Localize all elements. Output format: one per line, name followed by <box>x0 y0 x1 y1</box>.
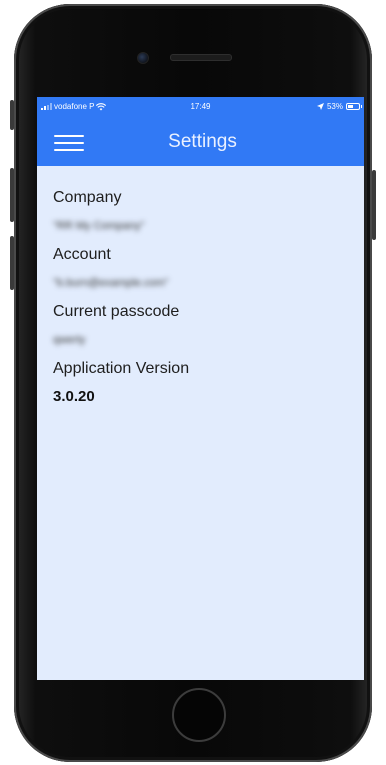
home-button[interactable] <box>172 688 226 742</box>
battery-level <box>348 105 353 108</box>
location-arrow-icon <box>316 103 324 110</box>
front-camera <box>137 52 149 64</box>
passcode-value: qwerty <box>53 334 86 346</box>
battery-percent: 53% <box>326 102 343 111</box>
mute-switch <box>10 100 14 130</box>
account-value: "b.burn@example.com" <box>53 277 169 289</box>
power-button <box>372 170 376 240</box>
account-label: Account <box>53 246 111 263</box>
app-version-label: Application Version <box>53 360 190 377</box>
app-version-value: 3.0.20 <box>53 388 95 405</box>
phone-screen: vodafone P 17:49 53% Settings Company "R… <box>37 97 364 680</box>
clock: 17:49 <box>190 102 211 111</box>
passcode-label: Current passcode <box>53 303 180 320</box>
earpiece-speaker <box>170 54 232 61</box>
volume-down-button <box>10 236 14 290</box>
status-bar: vodafone P 17:49 53% <box>37 97 364 117</box>
settings-list: Company "RR My Company" Account "b.burn@… <box>53 166 353 405</box>
page-title: Settings <box>168 131 237 152</box>
battery-icon <box>346 103 362 110</box>
status-right: 53% <box>316 102 362 111</box>
volume-up-button <box>10 168 14 222</box>
app-header: Settings <box>37 117 364 166</box>
company-label: Company <box>53 189 122 206</box>
company-value: "RR My Company" <box>53 220 145 232</box>
